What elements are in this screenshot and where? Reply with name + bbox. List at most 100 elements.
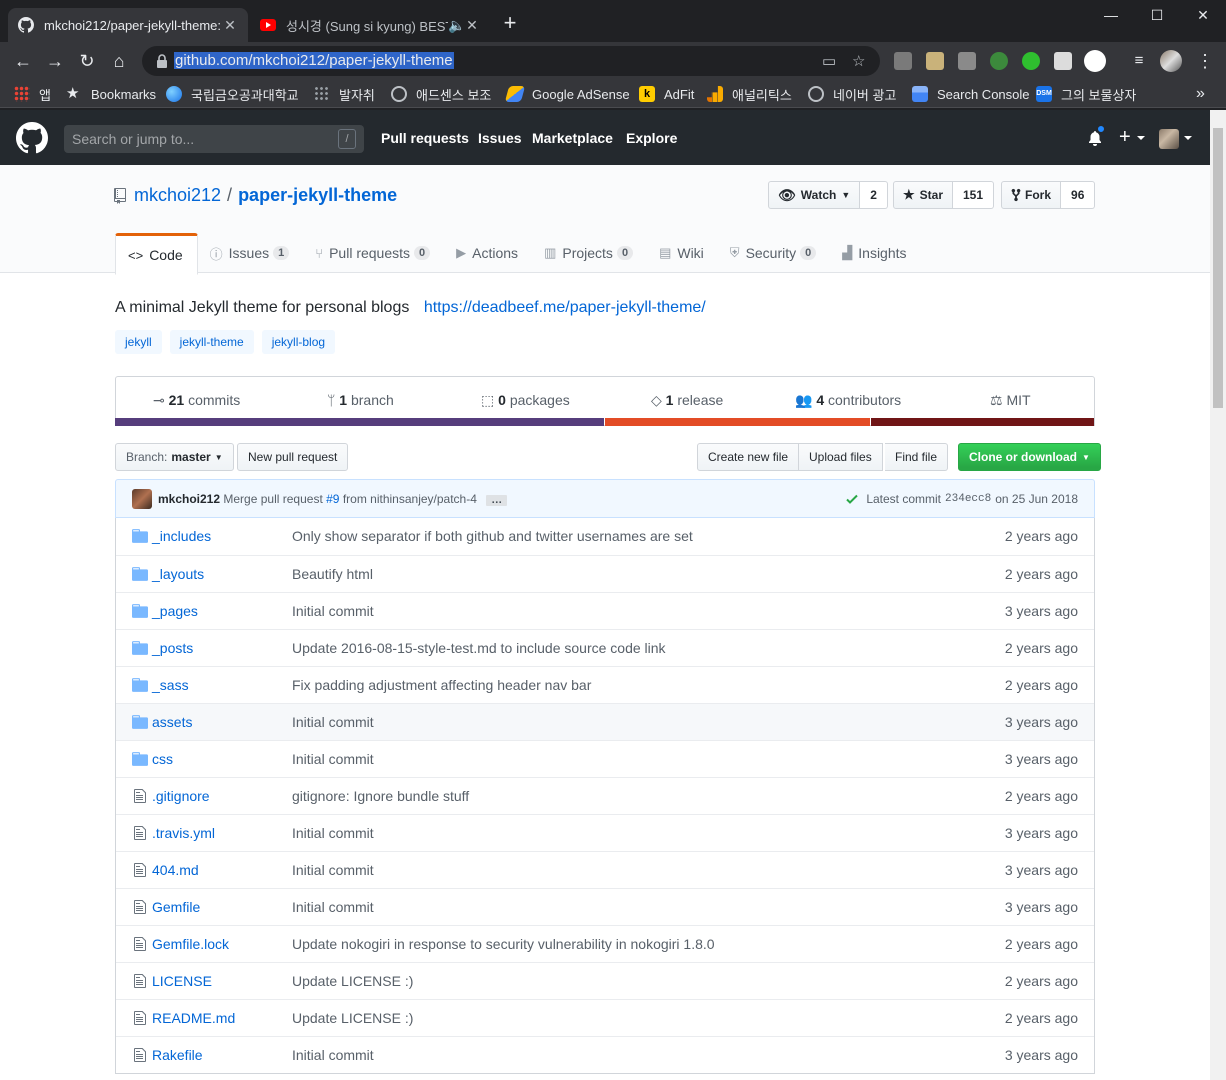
nav-marketplace[interactable]: Marketplace [532,130,613,146]
releases-link[interactable]: ◇ 1 release [651,392,723,409]
notion-extension-icon[interactable] [1084,50,1106,72]
table-row[interactable]: _posts Update 2016-08-15-style-test.md to… [116,629,1094,666]
language-segment[interactable] [871,418,1094,426]
table-row[interactable]: _pages Initial commit 3 years ago [116,592,1094,629]
cast-icon[interactable]: ▭ [822,52,836,70]
media-control-icon[interactable]: ≡ [1126,48,1152,74]
extension-icon[interactable] [990,52,1008,70]
tab-wiki[interactable]: ▤ Wiki [647,233,718,273]
repo-name-link[interactable]: paper-jekyll-theme [238,185,397,206]
new-tab-button[interactable]: + [498,12,522,36]
scrollbar-thumb[interactable] [1213,128,1223,408]
nav-pull-requests[interactable]: Pull requests [381,130,469,146]
tab-code[interactable]: <> Code [115,233,198,275]
bookmark-apps[interactable]: 앱 [14,84,51,104]
file-name-link[interactable]: _posts [152,640,193,656]
commit-message-link[interactable]: Update LICENSE :) [292,973,413,989]
file-name-link[interactable]: _sass [152,677,189,693]
language-bar[interactable] [115,418,1095,426]
branches-link[interactable]: ᛘ 1 branch [327,392,394,408]
watch-button[interactable]: 👁 Watch ▼ [768,181,861,209]
file-name-link[interactable]: Gemfile [152,899,200,915]
commit-message-link[interactable]: Initial commit [292,714,374,730]
avatar[interactable] [1159,129,1179,149]
table-row[interactable]: .travis.yml Initial commit 3 years ago [116,814,1094,851]
license-link[interactable]: ⚖ MIT [990,392,1031,409]
homepage-link[interactable]: https://deadbeef.me/paper-jekyll-theme/ [424,299,706,316]
upload-files-button[interactable]: Upload files [799,443,883,471]
table-row[interactable]: _includes Only show separator if both git… [116,518,1094,555]
table-row[interactable]: css Initial commit 3 years ago [116,740,1094,777]
table-row[interactable]: .gitignore gitignore: Ignore bundle stuff… [116,777,1094,814]
browser-tab-github[interactable]: mkchoi212/paper-jekyll-theme: ✕ [8,8,248,42]
scrollbar[interactable] [1210,110,1226,1080]
commit-message-link[interactable]: Update LICENSE :) [292,1010,413,1026]
commit-message-link[interactable]: Fix padding adjustment affecting header … [292,677,591,693]
fork-button[interactable]: Fork [1001,181,1062,209]
forward-icon[interactable]: → [42,48,68,74]
file-name-link[interactable]: css [152,751,173,767]
tab-actions[interactable]: ▶ Actions [444,233,532,273]
table-row[interactable]: _layouts Beautify html 2 years ago [116,555,1094,592]
table-row[interactable]: README.md Update LICENSE :) 2 years ago [116,999,1094,1036]
nav-explore[interactable]: Explore [626,130,677,146]
file-name-link[interactable]: Gemfile.lock [152,936,229,952]
chevron-down-icon[interactable] [1184,136,1192,140]
file-name-link[interactable]: _layouts [152,566,204,582]
github-logo-icon[interactable] [16,122,48,154]
table-row[interactable]: LICENSE Update LICENSE :) 2 years ago [116,962,1094,999]
bookmark-item[interactable]: 국립금오공과대학교 [166,84,299,104]
extension-icon[interactable] [1022,52,1040,70]
tab-security[interactable]: ⛨ Security 0 [718,233,830,273]
commit-message-link[interactable]: Update 2016-08-15-style-test.md to inclu… [292,640,666,656]
language-segment[interactable] [604,418,871,426]
extension-icon[interactable] [1054,52,1072,70]
address-bar[interactable]: github.com/mkchoi212/paper-jekyll-theme … [142,46,880,76]
table-row[interactable]: Rakefile Initial commit 3 years ago [116,1036,1094,1073]
table-row[interactable]: assets Initial commit 3 years ago [116,703,1094,740]
bookmark-star-icon[interactable]: ☆ [852,52,865,70]
commit-message-link[interactable]: Only show separator if both github and t… [292,528,693,544]
topic-tag[interactable]: jekyll-theme [169,330,254,354]
bookmark-item[interactable]: 발자취 [314,84,375,104]
kebab-menu-icon[interactable]: ⋮ [1192,48,1218,74]
file-name-link[interactable]: _pages [152,603,198,619]
profile-avatar[interactable] [1160,50,1182,72]
expand-message-button[interactable]: … [486,495,508,506]
clone-or-download-button[interactable]: Clone or download ▼ [958,443,1101,471]
bookmark-item[interactable]: 네이버 광고 [808,84,896,104]
commit-message-link[interactable]: Beautify html [292,566,373,582]
avatar[interactable] [132,489,152,509]
file-name-link[interactable]: assets [152,714,192,730]
bookmark-folder[interactable]: ★ Bookmarks [66,84,156,104]
file-name-link[interactable]: README.md [152,1010,235,1026]
star-button[interactable]: ★ Star [893,181,953,209]
language-segment[interactable] [115,418,604,426]
table-row[interactable]: Gemfile.lock Update nokogiri in response … [116,925,1094,962]
commit-message-link[interactable]: Initial commit [292,899,374,915]
more-bookmarks-icon[interactable]: » [1196,84,1205,104]
bookmark-item[interactable]: 애드센스 보조 [391,84,491,104]
lock-icon[interactable] [154,53,170,69]
table-row[interactable]: 404.md Initial commit 3 years ago [116,851,1094,888]
fork-count[interactable]: 96 [1061,181,1096,209]
star-count[interactable]: 151 [953,181,995,209]
extension-icon[interactable] [926,52,944,70]
new-pull-request-button[interactable]: New pull request [237,443,349,471]
packages-link[interactable]: ⬚ 0 packages [481,392,570,409]
contributors-link[interactable]: 👥 4 contributors [795,392,901,409]
file-name-link[interactable]: .travis.yml [152,825,215,841]
table-row[interactable]: Gemfile Initial commit 3 years ago [116,888,1094,925]
chevron-down-icon[interactable] [1137,136,1145,140]
close-tab-icon[interactable]: ✕ [464,17,480,34]
audio-playing-icon[interactable]: 🔈 [448,17,465,34]
file-name-link[interactable]: .gitignore [152,788,210,804]
commit-sha-link[interactable]: 234ecc8 [945,493,991,505]
bookmark-item[interactable]: Google AdSense [504,84,630,104]
file-name-link[interactable]: LICENSE [152,973,212,989]
commits-link[interactable]: ⊸ 21 commits [153,392,240,409]
file-name-link[interactable]: _includes [152,528,211,544]
url-text[interactable]: github.com/mkchoi212/paper-jekyll-theme [174,52,454,69]
tab-issues[interactable]: ⓘ Issues 1 [198,233,304,273]
commit-message-link[interactable]: Initial commit [292,751,374,767]
